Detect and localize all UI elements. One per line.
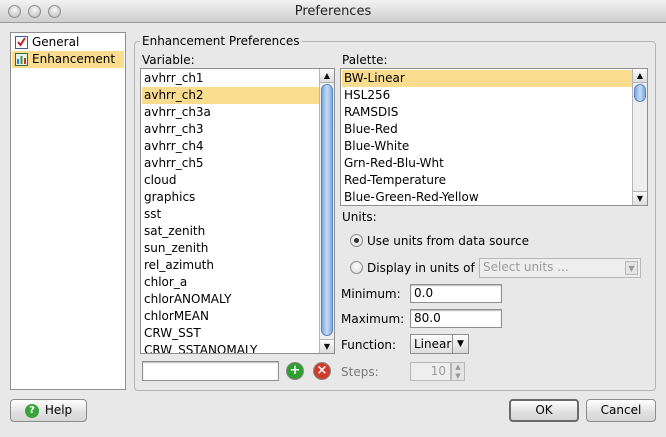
scroll-down-button[interactable]: ▼ — [320, 339, 334, 353]
variable-list[interactable]: CRW_SSTANOMALY CRW_SST chlorMEAN chlorANOMA… — [140, 68, 335, 354]
list-item[interactable]: sst — [142, 206, 319, 223]
palette-scrollbar[interactable]: ▲ ▼ — [632, 69, 647, 205]
list-item[interactable]: avhrr_ch3 — [142, 121, 319, 138]
scroll-thumb[interactable] — [321, 84, 333, 336]
down-arrow-icon: ▼ — [636, 194, 644, 203]
list-item[interactable]: cloud — [142, 172, 319, 189]
list-item[interactable]: avhrr_ch2 — [142, 87, 319, 104]
chevron-down-icon: ▼ — [452, 335, 468, 353]
variable-scrollbar[interactable]: ▲ ▼ — [319, 69, 334, 353]
help-icon: ? — [25, 404, 39, 418]
scroll-up-button[interactable]: ▲ — [633, 69, 647, 83]
list-item[interactable]: Red-Temperature — [342, 172, 632, 189]
down-arrow-icon: ▼ — [323, 342, 331, 351]
function-label: Function: — [341, 338, 397, 352]
scroll-thumb[interactable] — [634, 84, 646, 102]
up-arrow-icon: ▲ — [636, 71, 644, 80]
category-list[interactable]: General Enhancement — [10, 32, 126, 390]
list-item[interactable]: RAMSDIS — [342, 104, 632, 121]
x-icon: × — [316, 363, 328, 378]
plus-icon: + — [289, 363, 301, 378]
checklist-icon — [15, 36, 28, 49]
palette-label: Palette: — [342, 53, 388, 67]
cancel-button-label: Cancel — [600, 403, 642, 417]
nav-item-label: Enhancement — [32, 52, 116, 66]
nav-item-label: General — [32, 35, 80, 49]
list-item[interactable]: sun_zenith — [142, 240, 319, 257]
list-item[interactable]: BW-Linear — [342, 70, 632, 87]
list-item[interactable]: chlorMEAN — [142, 308, 319, 325]
window-title: Preferences — [294, 4, 372, 19]
units-source-radio[interactable] — [350, 234, 363, 247]
units-select-placeholder: Select units ... — [483, 260, 569, 274]
up-arrow-icon: ▲ — [323, 71, 331, 80]
remove-variable-button[interactable]: × — [313, 362, 331, 380]
ok-button-label: OK — [535, 403, 553, 417]
list-item[interactable]: Grn-Red-Blu-Wht — [342, 155, 632, 172]
list-item[interactable]: Blue-White — [342, 138, 632, 155]
steps-input[interactable]: 10 — [410, 362, 451, 381]
scroll-up-button[interactable]: ▲ — [320, 69, 334, 83]
units-label: Units: — [342, 210, 377, 224]
list-item[interactable]: HSL256 — [342, 87, 632, 104]
variable-name-input[interactable] — [142, 361, 279, 381]
list-item[interactable]: graphics — [142, 189, 319, 206]
scroll-down-button[interactable]: ▼ — [633, 191, 647, 205]
palette-list[interactable]: Blue-Green-Red-Yellow Red-Temperature Grn-… — [340, 68, 648, 206]
help-button[interactable]: ? Help — [10, 399, 87, 422]
list-item[interactable]: avhrr_ch5 — [142, 155, 319, 172]
variable-label: Variable: — [142, 53, 195, 67]
minimum-input[interactable]: 0.0 — [410, 284, 502, 303]
steps-label: Steps: — [341, 365, 379, 379]
add-variable-button[interactable]: + — [286, 362, 304, 380]
list-item[interactable]: Blue-Green-Red-Yellow — [342, 189, 632, 205]
stepper-up-icon[interactable]: ▲ — [452, 363, 464, 372]
list-item[interactable]: avhrr_ch4 — [142, 138, 319, 155]
bar-chart-icon — [15, 53, 28, 66]
nav-item-enhancement[interactable]: Enhancement — [12, 51, 124, 68]
list-item[interactable]: chlor_a — [142, 274, 319, 291]
units-select[interactable]: Select units ... ▼ — [479, 258, 641, 278]
list-item[interactable]: chlorANOMALY — [142, 291, 319, 308]
list-item[interactable]: rel_azimuth — [142, 257, 319, 274]
list-item[interactable]: CRW_SSTANOMALY — [142, 342, 319, 353]
title-bar: Preferences — [0, 0, 666, 23]
units-source-label[interactable]: Use units from data source — [367, 234, 529, 248]
ok-button[interactable]: OK — [509, 399, 579, 422]
list-item[interactable]: Blue-Red — [342, 121, 632, 138]
group-title: Enhancement Preferences — [140, 34, 302, 48]
stepper-down-icon[interactable]: ▼ — [452, 372, 464, 381]
minimum-label: Minimum: — [341, 287, 401, 301]
chevron-down-icon: ▼ — [625, 261, 638, 275]
list-item[interactable]: CRW_SST — [142, 325, 319, 342]
list-item[interactable]: sat_zenith — [142, 223, 319, 240]
list-item[interactable]: avhrr_ch3a — [142, 104, 319, 121]
units-display-label[interactable]: Display in units of — [367, 261, 475, 275]
maximum-input[interactable]: 80.0 — [410, 309, 502, 328]
maximum-label: Maximum: — [341, 312, 405, 326]
nav-item-general[interactable]: General — [12, 34, 124, 51]
units-display-radio[interactable] — [350, 261, 363, 274]
cancel-button[interactable]: Cancel — [586, 399, 656, 422]
steps-stepper[interactable]: ▲ ▼ — [451, 362, 465, 381]
function-select-value: Linear — [414, 337, 452, 351]
list-item[interactable]: avhrr_ch1 — [142, 70, 319, 87]
function-select[interactable]: Linear ▼ — [410, 334, 469, 354]
